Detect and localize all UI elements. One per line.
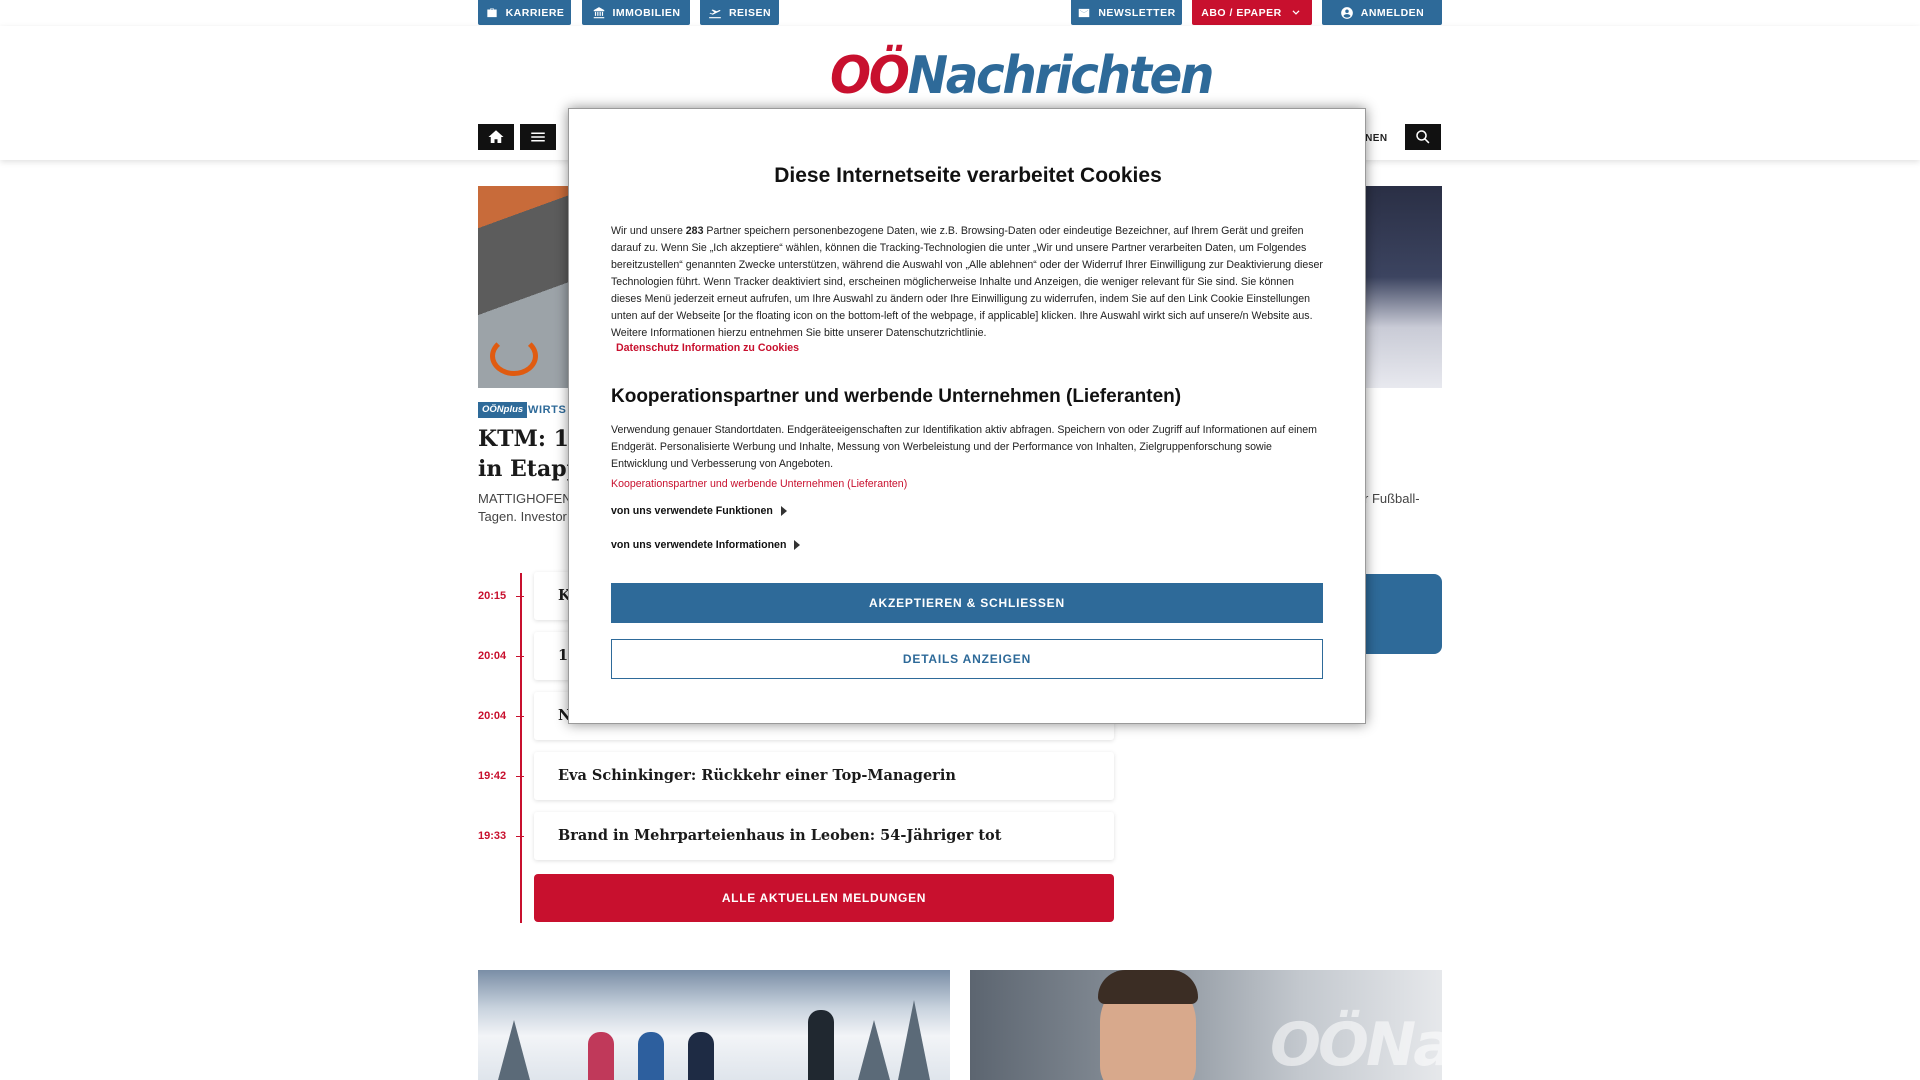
ticker-time: 20:04 <box>478 650 507 662</box>
mail-icon <box>1079 8 1090 17</box>
skier-shape <box>638 1032 664 1080</box>
ticker-tick <box>516 656 524 657</box>
oonplus-badge: OÖNplus <box>478 402 528 418</box>
accept-and-close-button[interactable]: AKZEPTIEREN & SCHLIESSEN <box>611 583 1323 623</box>
cookie-dialog-title: Diese Internetseite verarbeitet Cookies <box>774 164 1162 187</box>
user-circle-icon <box>1340 6 1353 19</box>
motorcycle-shape <box>490 336 538 376</box>
cookie-intro-text: Wir und unsere 283 Partner speichern per… <box>611 223 1325 342</box>
karriere-button[interactable]: KARRIERE <box>478 0 571 25</box>
article-teaser: MATTIGHOFEN Tagen. Investor <box>478 490 568 526</box>
article-image-football[interactable] <box>1360 186 1442 388</box>
ticker-card[interactable]: Brand in Mehrparteienhaus in Leoben: 54-… <box>534 812 1114 860</box>
expand-functions[interactable]: von uns verwendete Funktionen <box>611 505 787 517</box>
airplane-icon <box>709 9 721 18</box>
teaser-line-2: Tagen. Investor <box>478 509 567 524</box>
home-button[interactable] <box>478 124 514 150</box>
menu-button[interactable] <box>520 124 556 150</box>
expand-arrow-icon <box>780 506 787 516</box>
bank-icon <box>593 6 604 18</box>
newsletter-button[interactable]: NEWSLETTER <box>1071 0 1182 25</box>
tree-shape <box>498 1020 530 1080</box>
immobilien-button[interactable]: IMMOBILIEN <box>582 0 690 25</box>
immobilien-label: IMMOBILIEN <box>612 6 681 19</box>
partners-link[interactable]: Kooperationspartner und werbende Unterne… <box>611 478 907 490</box>
ticker-title: Brand in Mehrparteienhaus in Leoben: 54-… <box>558 827 1002 844</box>
background-watermark: OÖNachr <box>1270 1010 1442 1080</box>
search-button[interactable] <box>1405 124 1441 150</box>
intro-after: Partner speichern personenbezogene Daten… <box>611 225 1323 339</box>
teaser-line-1: MATTIGHOFEN <box>478 491 568 506</box>
show-details-button[interactable]: DETAILS ANZEIGEN <box>611 639 1323 679</box>
ticker-title: 1 <box>558 647 569 664</box>
skier-shape <box>688 1032 714 1080</box>
ticker-time: 20:15 <box>478 590 507 602</box>
reisen-button[interactable]: REISEN <box>700 0 779 25</box>
article-image-skiing[interactable] <box>478 970 950 1080</box>
skier-shape <box>808 1010 834 1080</box>
abo-label: ABO / EPAPER <box>1201 6 1282 19</box>
expand-information[interactable]: von uns verwendete Informationen <box>611 539 801 551</box>
ticker-time: 20:04 <box>478 710 507 722</box>
partners-text: Verwendung genauer Standortdaten. Endger… <box>611 424 1317 470</box>
abo-epaper-dropdown[interactable]: ABO / EPAPER <box>1192 0 1312 25</box>
partners-heading: Kooperationspartner und werbende Unterne… <box>611 386 1182 407</box>
briefcase-icon <box>486 7 497 17</box>
search-icon <box>1416 130 1430 144</box>
article-category: WIRTS <box>528 404 567 416</box>
cookie-consent-dialog: Diese Internetseite verarbeitet Cookies … <box>568 108 1366 724</box>
headline-line-1: KTM: 10 <box>478 426 568 452</box>
tree-shape <box>898 1000 930 1080</box>
expand-information-label: von uns verwendete Informationen <box>611 539 787 551</box>
article-teaser-right: r Fußball- <box>1364 491 1420 506</box>
headline-line-2: in Etapp <box>478 456 568 482</box>
ticker-tick <box>516 776 524 777</box>
article-headline[interactable]: KTM: 10 in Etapp <box>478 424 568 484</box>
promo-banner[interactable] <box>1364 574 1442 654</box>
privacy-info-link[interactable]: Datenschutz Information zu Cookies <box>616 342 799 354</box>
expand-arrow-icon <box>794 540 801 550</box>
anmelden-label: ANMELDEN <box>1360 6 1425 19</box>
logo-nachrichten: Nachrichten <box>907 46 1215 106</box>
person-hair-shape <box>1098 970 1198 1004</box>
ticker-tick <box>516 716 524 717</box>
partner-count: 283 <box>685 225 704 237</box>
article-image-person[interactable]: OÖNachr <box>970 970 1442 1080</box>
newsletter-label: NEWSLETTER <box>1098 6 1176 19</box>
news-ticker-timeline <box>520 573 522 923</box>
ticker-tick <box>516 836 524 837</box>
ticker-title: Eva Schinkinger: Rückkehr einer Top-Mana… <box>558 767 956 784</box>
anmelden-button[interactable]: ANMELDEN <box>1322 0 1442 25</box>
home-icon <box>488 130 504 143</box>
reisen-label: REISEN <box>728 6 772 19</box>
skier-shape <box>588 1032 614 1080</box>
ticker-tick <box>516 596 524 597</box>
chevron-down-icon <box>1292 9 1300 15</box>
ticker-time: 19:42 <box>478 770 507 782</box>
intro-before: Wir und unsere <box>611 225 686 237</box>
article-image-ktm[interactable] <box>478 186 568 388</box>
site-logo[interactable]: OÖNachrichten <box>830 50 1214 102</box>
service-bar: KARRIERE IMMOBILIEN REISEN NEWSLETTER AB… <box>0 0 1920 26</box>
ticker-card[interactable]: Eva Schinkinger: Rückkehr einer Top-Mana… <box>534 752 1114 800</box>
karriere-label: KARRIERE <box>505 6 565 19</box>
expand-functions-label: von uns verwendete Funktionen <box>611 505 773 517</box>
hamburger-icon <box>531 132 545 142</box>
all-news-button[interactable]: ALLE AKTUELLEN MELDUNGEN <box>534 874 1114 922</box>
tree-shape <box>858 1020 890 1080</box>
ticker-time: 19:33 <box>478 830 507 842</box>
logo-oo: OÖ <box>830 46 910 106</box>
